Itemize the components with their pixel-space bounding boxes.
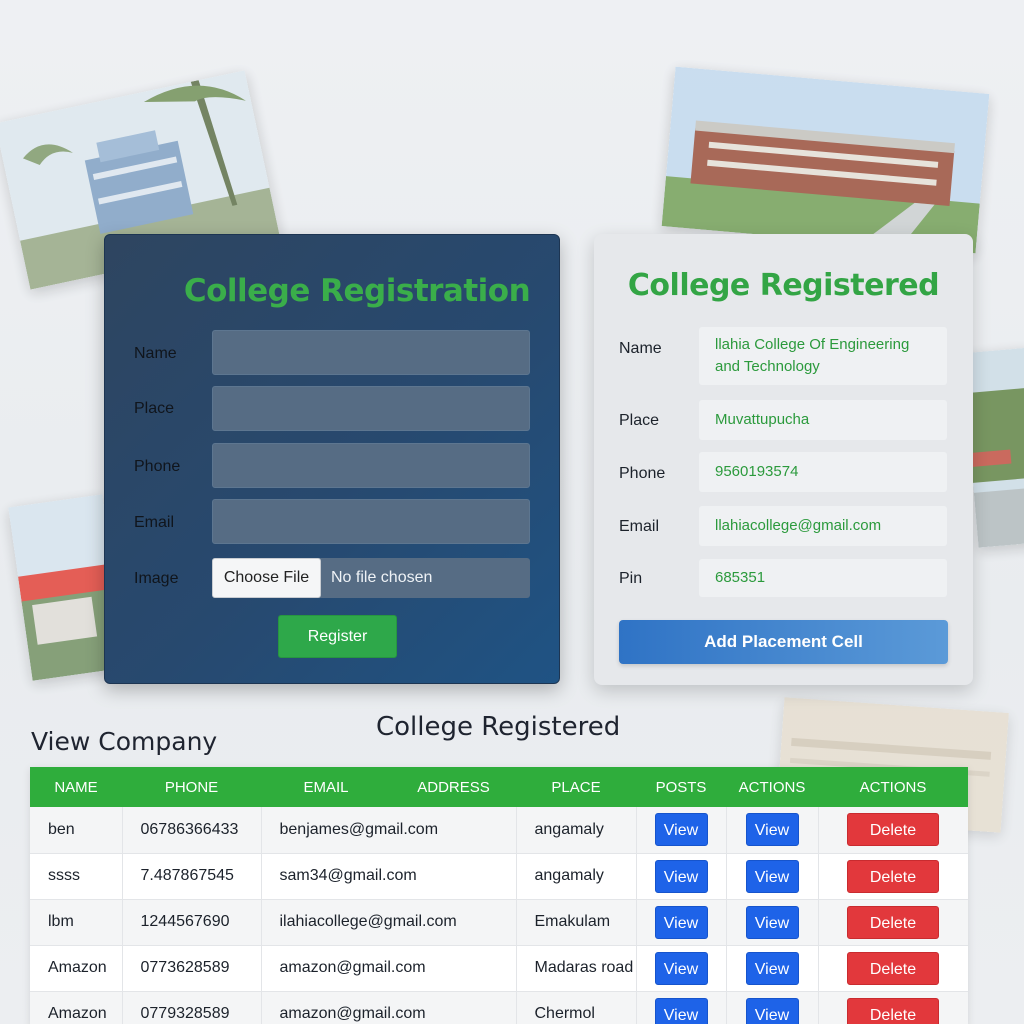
cell-delete: Delete	[818, 807, 968, 854]
image-label: Image	[134, 570, 179, 587]
cell-delete: Delete	[818, 853, 968, 900]
cell-posts: View	[636, 899, 727, 946]
cell-place: angamaly	[516, 853, 637, 900]
registration-title: College Registration	[183, 273, 531, 309]
cell-phone: 1244567690	[122, 899, 262, 946]
header-email: EMAIL	[303, 778, 349, 796]
header-phone: PHONE	[164, 778, 219, 796]
place-label: Place	[134, 400, 175, 417]
place-input[interactable]	[212, 386, 530, 431]
table-row: Amazon 0779328589 amazon@gmail.com Cherm…	[30, 991, 968, 1024]
header-actions: ACTIONS	[738, 778, 806, 796]
company-table-container: NAME PHONE EMAIL ADDRESS PLACE POSTS ACT…	[30, 767, 968, 1024]
view-posts-button[interactable]: View	[654, 859, 708, 893]
view-company-button[interactable]: View	[745, 905, 799, 939]
cell-actions: View	[726, 991, 819, 1024]
registered-place-value: Muvattupucha	[699, 400, 947, 440]
cell-name: Amazon	[30, 945, 123, 992]
cell-posts: View	[636, 853, 727, 900]
registered-pin-value: 685351	[699, 559, 947, 597]
registered-card-title: College Registered	[627, 268, 940, 303]
header-posts: POSTS	[655, 778, 707, 796]
phone-input[interactable]	[212, 443, 530, 488]
registered-name-label: Name	[619, 340, 662, 357]
header-actions-delete: ACTIONS	[859, 778, 927, 796]
cell-actions: View	[726, 899, 819, 946]
name-input[interactable]	[212, 330, 530, 375]
cell-place: Madaras road	[516, 945, 637, 992]
view-company-button[interactable]: View	[745, 813, 799, 847]
view-company-button[interactable]: View	[745, 997, 799, 1024]
name-label: Name	[134, 345, 177, 362]
college-registered-heading: College Registered	[376, 712, 621, 742]
cell-email: amazon@gmail.com	[261, 991, 517, 1024]
cell-email: sam34@gmail.com	[261, 853, 517, 900]
delete-button[interactable]: Delete	[847, 813, 939, 847]
view-posts-button[interactable]: View	[654, 951, 708, 985]
cell-phone: 7.487867545	[122, 853, 262, 900]
email-label: Email	[134, 514, 175, 531]
registered-phone-value: 9560193574	[699, 452, 947, 492]
cell-phone: 0779328589	[122, 991, 262, 1024]
view-company-button[interactable]: View	[745, 859, 799, 893]
cell-actions: View	[726, 807, 819, 854]
cell-posts: View	[636, 807, 727, 854]
phone-label: Phone	[134, 458, 181, 475]
delete-button[interactable]: Delete	[847, 997, 939, 1024]
table-header-row: NAME PHONE EMAIL ADDRESS PLACE POSTS ACT…	[30, 767, 968, 807]
registered-email-label: Email	[619, 518, 660, 535]
choose-file-button[interactable]: Choose File	[212, 558, 321, 598]
college-registration-form: College Registration Name Place Phone Em…	[104, 234, 560, 684]
registered-place-label: Place	[619, 412, 660, 429]
cell-delete: Delete	[818, 899, 968, 946]
college-registered-card: College Registered Name llahia College O…	[594, 234, 973, 685]
view-posts-button[interactable]: View	[654, 905, 708, 939]
table-row: ben 06786366433 benjames@gmail.com angam…	[30, 807, 968, 854]
delete-button[interactable]: Delete	[847, 905, 939, 939]
cell-name: Amazon	[30, 991, 123, 1024]
cell-delete: Delete	[818, 945, 968, 992]
registered-phone-label: Phone	[619, 465, 666, 482]
cell-name: lbm	[30, 899, 123, 946]
view-company-title: View Company	[31, 727, 218, 756]
email-input[interactable]	[212, 499, 530, 544]
header-place: PLACE	[551, 778, 601, 796]
delete-button[interactable]: Delete	[847, 859, 939, 893]
table-row: ssss 7.487867545 sam34@gmail.com angamal…	[30, 853, 968, 900]
company-table: NAME PHONE EMAIL ADDRESS PLACE POSTS ACT…	[30, 767, 968, 1024]
cell-phone: 0773628589	[122, 945, 262, 992]
cell-place: Chermol	[516, 991, 637, 1024]
cell-phone: 06786366433	[122, 807, 262, 854]
cell-place: angamaly	[516, 807, 637, 854]
table-row: lbm 1244567690 ilahiacollege@gmail.com E…	[30, 899, 968, 946]
delete-button[interactable]: Delete	[847, 951, 939, 985]
cell-email: ilahiacollege@gmail.com	[261, 899, 517, 946]
cell-email: benjames@gmail.com	[261, 807, 517, 854]
registered-email-value: llahiacollege@gmail.com	[699, 506, 947, 546]
header-address: ADDRESS	[417, 778, 490, 796]
cell-email: amazon@gmail.com	[261, 945, 517, 992]
table-row: Amazon 0773628589 amazon@gmail.com Madar…	[30, 945, 968, 992]
file-status: No file chosen	[331, 569, 433, 586]
view-posts-button[interactable]: View	[654, 997, 708, 1024]
register-button[interactable]: Register	[278, 615, 397, 658]
cell-posts: View	[636, 945, 727, 992]
cell-delete: Delete	[818, 991, 968, 1024]
cell-actions: View	[726, 945, 819, 992]
registered-pin-label: Pin	[619, 570, 643, 587]
view-company-button[interactable]: View	[745, 951, 799, 985]
cell-place: Emakulam	[516, 899, 637, 946]
add-placement-cell-button[interactable]: Add Placement Cell	[619, 620, 948, 664]
registered-name-value: llahia College Of Engineering and Techno…	[699, 327, 947, 385]
view-posts-button[interactable]: View	[654, 813, 708, 847]
cell-name: ssss	[30, 853, 123, 900]
cell-posts: View	[636, 991, 727, 1024]
cell-actions: View	[726, 853, 819, 900]
campus-photo-brick-building	[661, 66, 990, 254]
header-name: NAME	[54, 778, 98, 796]
cell-name: ben	[30, 807, 123, 854]
image-file-input: Choose File No file chosen	[212, 558, 530, 598]
